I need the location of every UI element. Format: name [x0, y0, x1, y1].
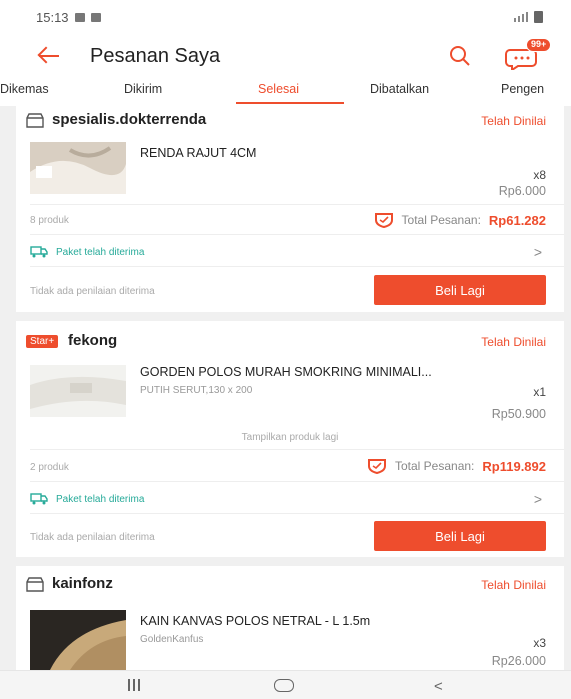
- order-card[interactable]: Star+ fekong Telah Dinilai GORDEN POLOS …: [16, 321, 564, 557]
- product-thumbnail[interactable]: [30, 142, 126, 194]
- back-arrow-icon[interactable]: [36, 41, 66, 71]
- shop-name: kainfonz: [52, 575, 113, 592]
- shipping-status: Paket telah diterima: [56, 246, 145, 258]
- divider: [30, 449, 564, 450]
- chevron-right-icon[interactable]: >: [534, 491, 542, 507]
- order-total: Total Pesanan: Rp119.892: [367, 458, 546, 474]
- product-quantity: x8: [533, 168, 546, 182]
- divider: [30, 513, 564, 514]
- signal-icon: [514, 12, 528, 22]
- app-bar: Pesanan Saya 99+: [0, 34, 571, 78]
- product-thumbnail[interactable]: [30, 365, 126, 417]
- search-icon[interactable]: [448, 44, 472, 68]
- divider: [30, 234, 564, 235]
- order-card[interactable]: spesialis.dokterrenda Telah Dinilai REND…: [16, 106, 564, 312]
- shop-header[interactable]: Star+ fekong Telah Dinilai: [16, 327, 564, 357]
- product-name: RENDA RAJUT 4CM: [140, 146, 257, 160]
- recent-apps-icon[interactable]: [128, 679, 140, 691]
- rating-note: Tidak ada penilaian diterima: [30, 286, 155, 297]
- star-plus-badge: Star+: [26, 335, 59, 348]
- product-quantity: x1: [533, 385, 546, 399]
- buy-again-button[interactable]: Beli Lagi: [374, 275, 546, 305]
- rating-note: Tidak ada penilaian diterima: [30, 532, 155, 543]
- shipping-status: Paket telah diterima: [56, 493, 145, 505]
- product-name: GORDEN POLOS MURAH SMOKRING MINIMALI...: [140, 365, 432, 379]
- total-label: Total Pesanan:: [395, 459, 475, 473]
- total-amount: Rp119.892: [482, 458, 546, 474]
- order-card[interactable]: kainfonz Telah Dinilai KAIN KANVAS POLOS…: [16, 566, 564, 670]
- truck-icon: [30, 246, 48, 258]
- total-label: Total Pesanan:: [401, 213, 481, 227]
- shop-icon: [26, 113, 44, 128]
- product-variant: PUTIH SERUT,130 x 200: [140, 385, 253, 396]
- chevron-right-icon[interactable]: >: [534, 244, 542, 260]
- status-bar: 15:13: [0, 0, 571, 34]
- buy-again-button[interactable]: Beli Lagi: [374, 521, 546, 551]
- tab-dibatalkan[interactable]: Dibatalkan: [370, 82, 429, 96]
- product-price: Rp26.000: [491, 654, 546, 668]
- shield-voucher-icon: [368, 459, 386, 474]
- product-thumbnail[interactable]: [30, 610, 126, 670]
- product-count: 8 produk: [30, 215, 69, 226]
- total-amount: Rp61.282: [488, 212, 546, 228]
- notification-icon: [90, 12, 101, 22]
- tab-selesai[interactable]: Selesai: [258, 82, 299, 96]
- shop-name: spesialis.dokterrenda: [52, 111, 207, 128]
- back-nav-icon[interactable]: <: [434, 678, 443, 695]
- battery-icon: [534, 11, 543, 23]
- home-icon[interactable]: [274, 679, 294, 692]
- rating-status: Telah Dinilai: [481, 114, 546, 128]
- page-title: Pesanan Saya: [90, 44, 221, 67]
- tab-dikirim[interactable]: Dikirim: [124, 82, 162, 96]
- product-quantity: x3: [533, 636, 546, 650]
- product-name: KAIN KANVAS POLOS NETRAL - L 1.5m: [140, 614, 371, 628]
- status-time: 15:13: [36, 9, 69, 25]
- shop-icon: [26, 577, 44, 592]
- chat-badge: 99+: [526, 38, 552, 52]
- order-status-tabs: Dikemas Dikirim Selesai Dibatalkan Penge…: [0, 78, 571, 106]
- show-more-products-link[interactable]: Tampilkan produk lagi: [16, 432, 564, 443]
- divider: [30, 481, 564, 482]
- product-count: 2 produk: [30, 462, 69, 473]
- truck-icon: [30, 493, 48, 505]
- tab-dikemas[interactable]: Dikemas: [0, 82, 49, 96]
- divider: [30, 266, 564, 267]
- notification-icon: [74, 12, 85, 22]
- shield-voucher-icon: [374, 213, 393, 228]
- product-price: Rp50.900: [491, 407, 546, 421]
- shop-header[interactable]: spesialis.dokterrenda Telah Dinilai: [16, 106, 564, 136]
- rating-status: Telah Dinilai: [481, 578, 546, 592]
- divider: [30, 204, 564, 205]
- system-nav-bar: <: [0, 670, 571, 699]
- rating-status: Telah Dinilai: [481, 335, 546, 349]
- shop-header[interactable]: kainfonz Telah Dinilai: [16, 570, 564, 600]
- shipping-status-row[interactable]: Paket telah diterima: [30, 246, 144, 258]
- product-variant: GoldenKanfus: [140, 634, 204, 645]
- order-total: Total Pesanan: Rp61.282: [374, 212, 546, 228]
- active-tab-indicator: [236, 102, 344, 104]
- shipping-status-row[interactable]: Paket telah diterima: [30, 493, 144, 505]
- tab-pengembalian[interactable]: Pengen: [501, 82, 544, 96]
- shop-name: fekong: [68, 332, 118, 349]
- product-price: Rp6.000: [498, 184, 546, 198]
